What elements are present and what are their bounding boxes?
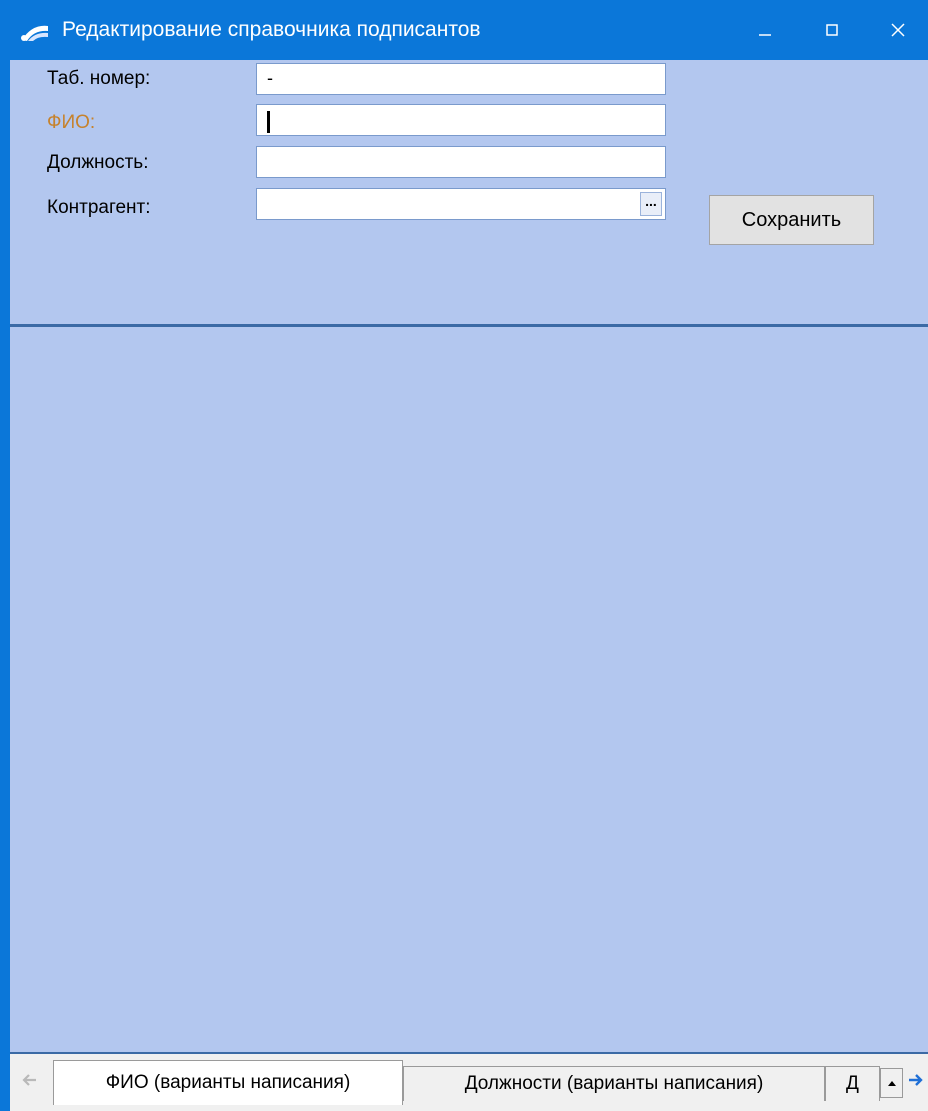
counterparty-label: Контрагент:: [47, 197, 151, 218]
close-button[interactable]: [878, 10, 918, 50]
counterparty-field[interactable]: ...: [256, 188, 666, 220]
triangle-up-icon: [887, 1081, 896, 1086]
tab-truncated[interactable]: Д: [825, 1066, 880, 1101]
tab-fio-variants[interactable]: ФИО (варианты написания): [53, 1060, 403, 1105]
position-field[interactable]: [256, 146, 666, 178]
fio-field[interactable]: [256, 104, 666, 136]
minimize-icon: [759, 34, 771, 36]
bottom-tab-bar: ФИО (варианты написания) Должности (вари…: [10, 1054, 928, 1111]
tab-position-variants[interactable]: Должности (варианты написания): [403, 1066, 825, 1101]
left-border: [0, 60, 10, 1111]
position-label: Должность:: [47, 152, 149, 173]
tab-number-field[interactable]: -: [256, 63, 666, 95]
fio-label: ФИО:: [47, 112, 96, 133]
maximize-icon: [826, 24, 838, 36]
window-title: Редактирование справочника подписантов: [62, 18, 481, 41]
tab-scroll-up-button[interactable]: [880, 1068, 903, 1098]
maximize-button[interactable]: [812, 10, 852, 50]
tab-number-label: Таб. номер:: [47, 68, 151, 89]
next-arrow-icon[interactable]: [905, 1070, 925, 1090]
counterparty-browse-button[interactable]: ...: [640, 192, 662, 216]
text-cursor: [267, 111, 270, 133]
signatories-editor-window: Редактирование справочника подписантов Т…: [0, 0, 928, 1111]
title-bar[interactable]: Редактирование справочника подписантов: [0, 0, 928, 60]
tab-number-value: -: [267, 68, 273, 88]
minimize-button[interactable]: [745, 10, 785, 50]
previous-arrow-icon[interactable]: [20, 1070, 40, 1090]
close-icon: [891, 23, 905, 37]
app-logo-icon: [21, 25, 48, 41]
save-button[interactable]: Сохранить: [709, 195, 874, 245]
panel-splitter[interactable]: [10, 324, 928, 327]
